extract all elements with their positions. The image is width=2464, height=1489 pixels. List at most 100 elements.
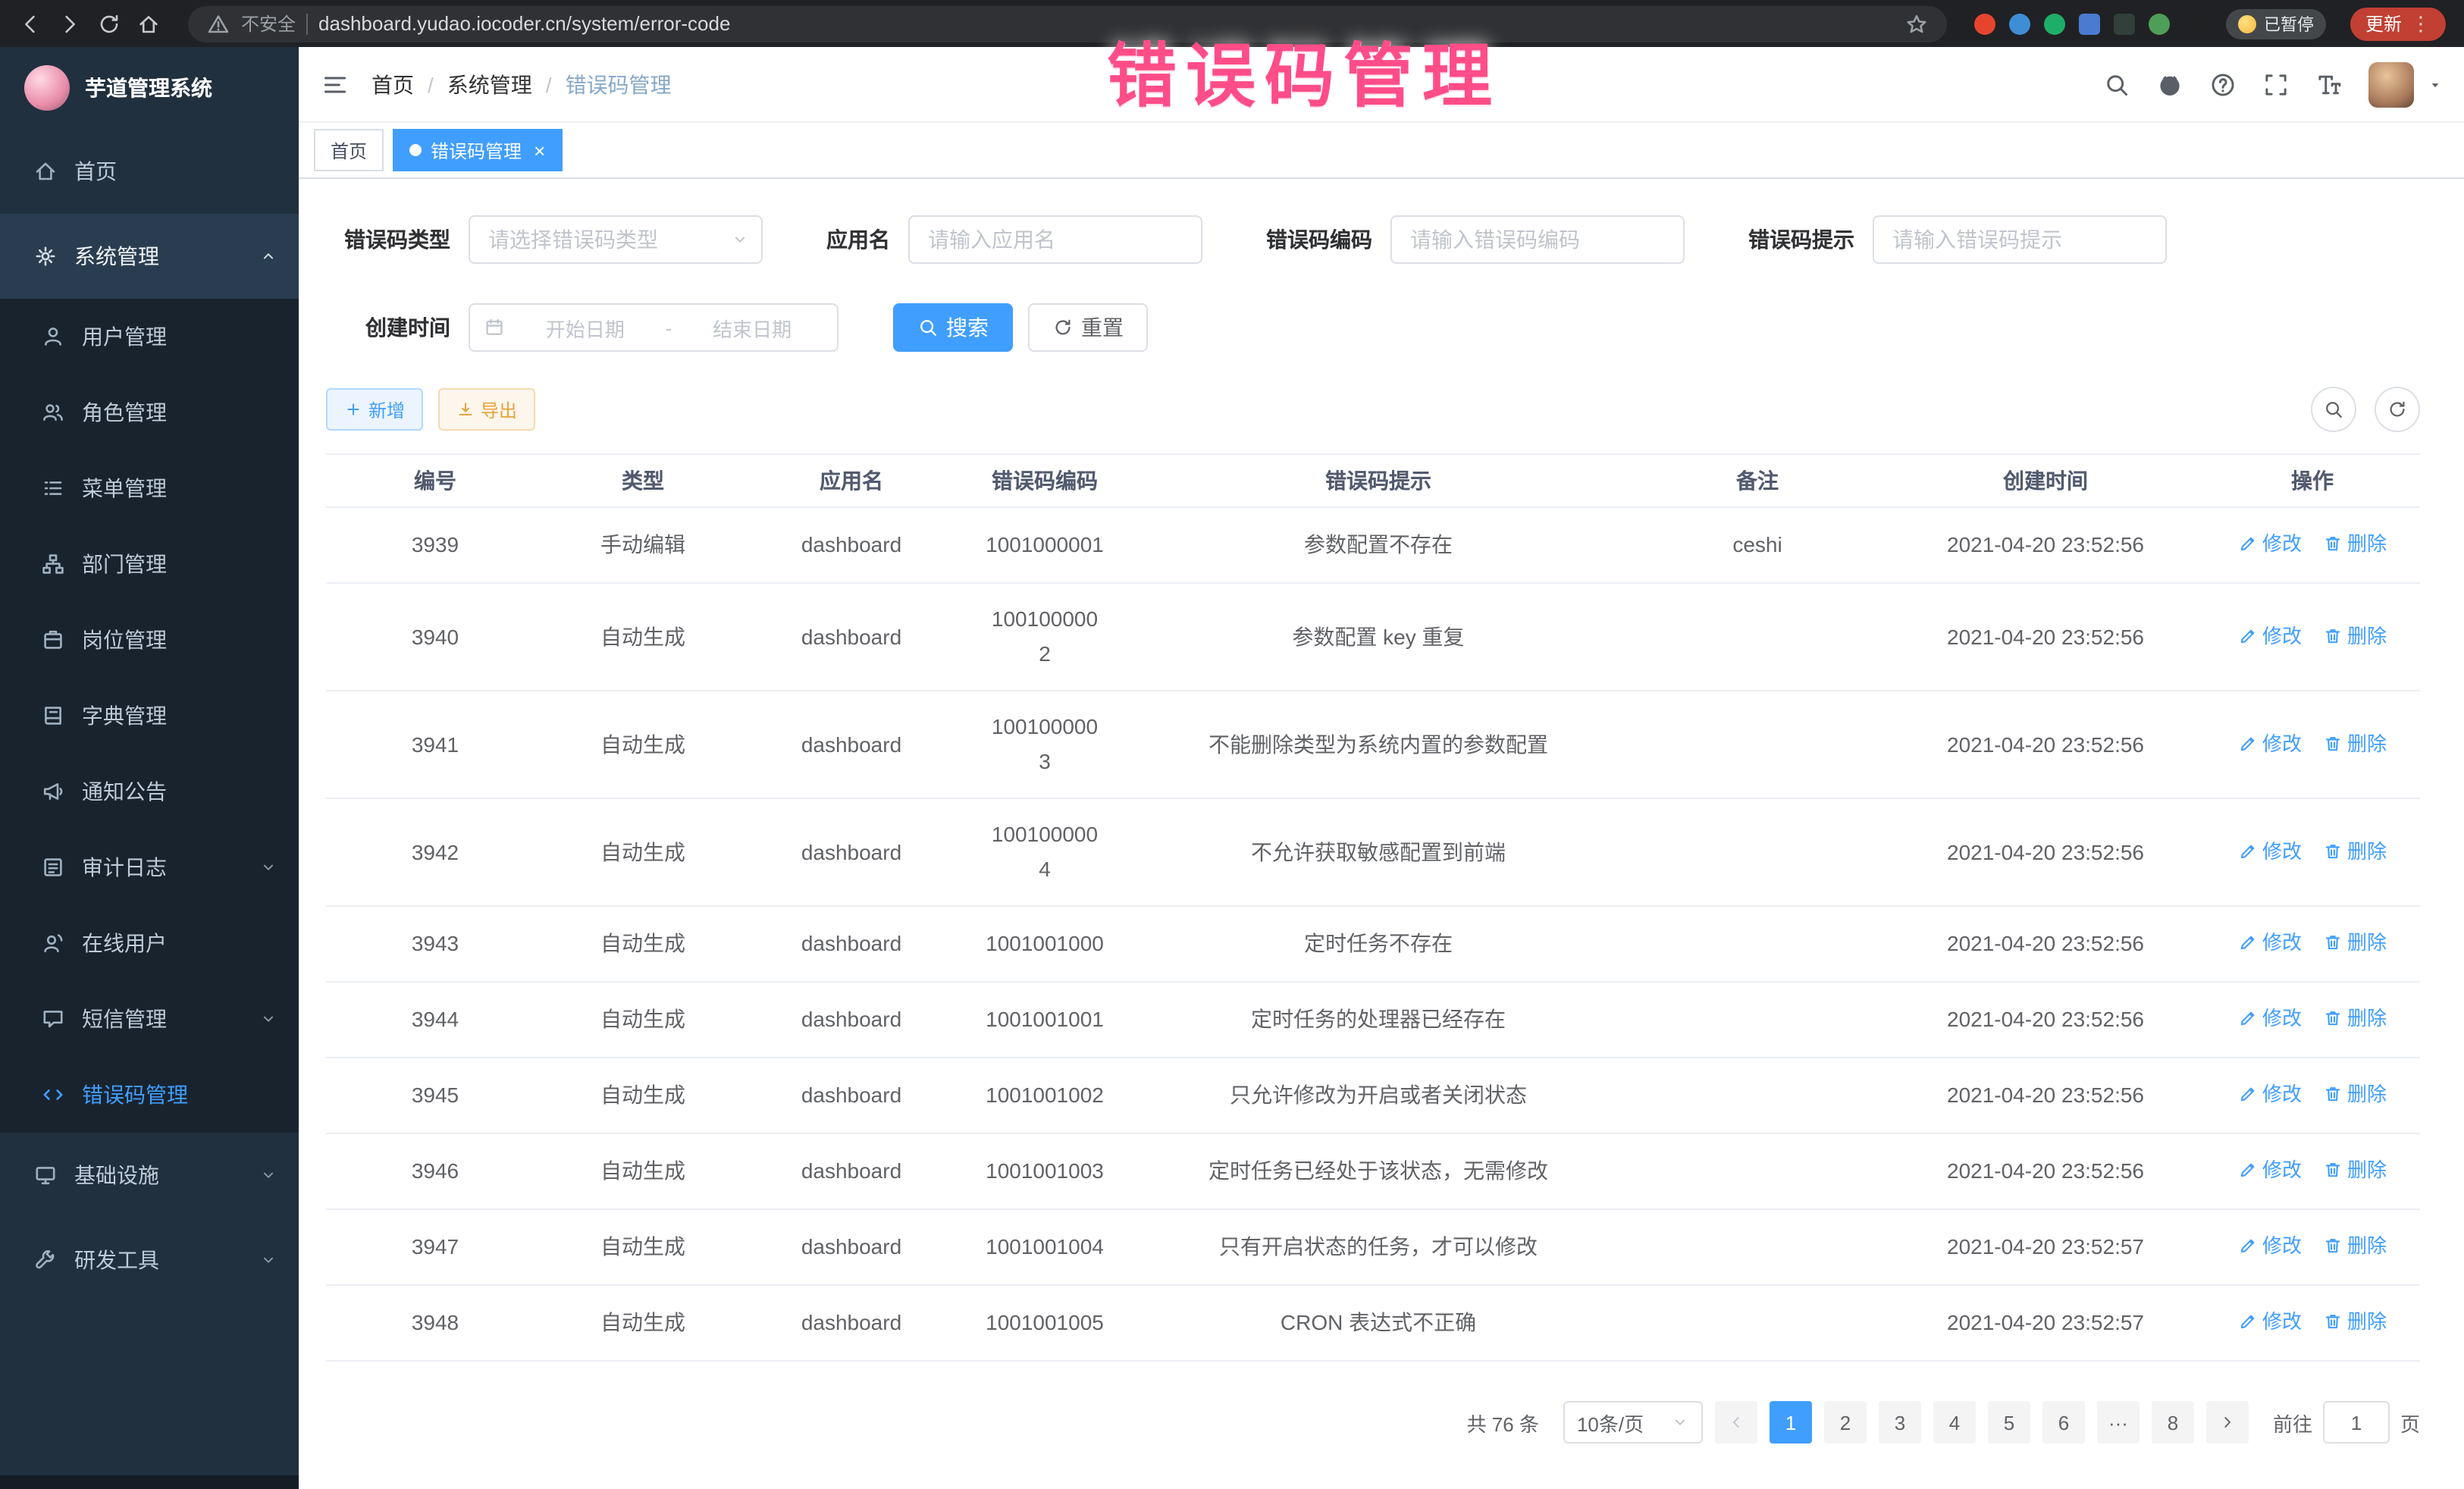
- dark-on-extension-icon[interactable]: [2114, 13, 2135, 34]
- sidebar-item-post[interactable]: 岗位管理: [0, 602, 299, 678]
- sidebar-item-dev-tools[interactable]: 研发工具: [0, 1218, 299, 1302]
- reset-button[interactable]: 重置: [1028, 303, 1148, 352]
- column-header: 错误码提示: [1128, 454, 1629, 507]
- sidebar-item-dict[interactable]: 字典管理: [0, 678, 299, 754]
- edit-button[interactable]: 修改: [2238, 1077, 2302, 1111]
- browser-home-icon[interactable]: [136, 11, 161, 36]
- page-button-2[interactable]: 2: [1824, 1401, 1867, 1444]
- edit-button[interactable]: 修改: [2238, 1304, 2302, 1339]
- app-cell: dashboard: [741, 1209, 961, 1285]
- browser-update-button[interactable]: 更新 ⋮: [2350, 7, 2446, 40]
- app-logo[interactable]: 芋道管理系统: [0, 47, 299, 129]
- sidebar-item-menu[interactable]: 菜单管理: [0, 450, 299, 526]
- remark-cell: [1629, 1209, 1886, 1285]
- date-start-placeholder[interactable]: 开始日期: [514, 313, 657, 342]
- page-button-8[interactable]: 8: [2152, 1401, 2194, 1444]
- hamburger-button[interactable]: [321, 71, 349, 98]
- breadcrumb-item[interactable]: 首页: [371, 69, 414, 99]
- sidebar-item-label: 角色管理: [82, 397, 167, 428]
- help-icon[interactable]: [2209, 71, 2237, 98]
- hint-cell: 定时任务的处理器已经存在: [1128, 982, 1629, 1058]
- id-cell: 3943: [326, 906, 544, 982]
- page-button-4[interactable]: 4: [1933, 1401, 1976, 1444]
- tab-close-icon[interactable]: ×: [534, 140, 545, 160]
- delete-button[interactable]: 删除: [2323, 1001, 2387, 1036]
- bookmark-star-icon[interactable]: [1904, 11, 1929, 36]
- page-button-5[interactable]: 5: [1988, 1401, 2030, 1444]
- edit-button[interactable]: 修改: [2238, 618, 2302, 653]
- delete-button[interactable]: 删除: [2323, 1077, 2387, 1111]
- next-page-button[interactable]: [2206, 1401, 2249, 1444]
- tab-error-code[interactable]: 错误码管理×: [393, 129, 562, 171]
- reload-icon[interactable]: [97, 11, 121, 36]
- edit-button[interactable]: 修改: [2238, 1001, 2302, 1036]
- page-button-3[interactable]: 3: [1879, 1401, 1921, 1444]
- delete-button[interactable]: 删除: [2323, 526, 2387, 561]
- page-button-6[interactable]: 6: [2042, 1401, 2085, 1444]
- back-icon[interactable]: [18, 11, 42, 36]
- error-type-select[interactable]: [469, 215, 763, 264]
- app-name-input[interactable]: [908, 215, 1202, 264]
- font-size-icon[interactable]: [2315, 71, 2343, 98]
- paused-extension-badge[interactable]: 已暂停: [2226, 8, 2326, 39]
- sidebar-item-system[interactable]: 系统管理: [0, 214, 299, 299]
- delete-button[interactable]: 删除: [2323, 925, 2387, 960]
- delete-button[interactable]: 删除: [2323, 1228, 2387, 1263]
- sidebar-item-infra[interactable]: 基础设施: [0, 1133, 299, 1218]
- refresh-button[interactable]: [2375, 387, 2420, 432]
- sidebar-item-sms[interactable]: 短信管理: [0, 981, 299, 1057]
- edit-button[interactable]: 修改: [2238, 1228, 2302, 1263]
- sidebar-item-dept[interactable]: 部门管理: [0, 526, 299, 602]
- id-cell: 3946: [326, 1133, 544, 1209]
- add-button[interactable]: 新增: [326, 388, 423, 431]
- sidebar-item-role[interactable]: 角色管理: [0, 375, 299, 450]
- avatar-caret-down-icon[interactable]: [2428, 77, 2443, 92]
- sidebar-item-online-user[interactable]: 在线用户: [0, 905, 299, 981]
- error-hint-input[interactable]: [1873, 215, 2167, 264]
- sidebar-item-home[interactable]: 首页: [0, 129, 299, 214]
- delete-button[interactable]: 删除: [2323, 833, 2387, 868]
- prev-page-button[interactable]: [1715, 1401, 1757, 1444]
- date-end-placeholder[interactable]: 结束日期: [681, 313, 823, 342]
- url-text[interactable]: dashboard.yudao.iocoder.cn/system/error-…: [318, 12, 730, 35]
- green-leaf-extension-icon[interactable]: [2149, 13, 2170, 34]
- goto-page-input[interactable]: [2323, 1401, 2390, 1444]
- edit-button[interactable]: 修改: [2238, 526, 2302, 561]
- address-bar[interactable]: 不安全 dashboard.yudao.iocoder.cn/system/er…: [188, 5, 1947, 42]
- edit-button[interactable]: 修改: [2238, 1152, 2302, 1187]
- sidebar-item-notice[interactable]: 通知公告: [0, 754, 299, 829]
- sidebar-item-audit-log[interactable]: 审计日志: [0, 829, 299, 905]
- search-toggle-button[interactable]: [2311, 387, 2356, 432]
- page-size-select[interactable]: 10条/页: [1563, 1401, 1703, 1444]
- blue-grid-extension-icon[interactable]: [2079, 13, 2100, 34]
- fullscreen-icon[interactable]: [2262, 71, 2290, 98]
- error-code-input[interactable]: [1390, 215, 1685, 264]
- forward-icon[interactable]: [58, 11, 82, 36]
- blue-drop-extension-icon[interactable]: [2009, 13, 2030, 34]
- delete-button[interactable]: 删除: [2323, 1304, 2387, 1339]
- export-button[interactable]: 导出: [438, 388, 535, 431]
- sidebar-collapse-bar[interactable]: [0, 1475, 299, 1489]
- edit-button[interactable]: 修改: [2238, 925, 2302, 960]
- delete-button[interactable]: 删除: [2323, 726, 2387, 760]
- black-plug-extension-icon[interactable]: [2183, 13, 2205, 34]
- edit-button[interactable]: 修改: [2238, 726, 2302, 760]
- github-icon[interactable]: [2156, 71, 2183, 98]
- sidebar-item-error-code[interactable]: 错误码管理: [0, 1057, 299, 1133]
- page-button-1[interactable]: 1: [1770, 1401, 1812, 1444]
- delete-button[interactable]: 删除: [2323, 1152, 2387, 1187]
- red-circle-extension-icon[interactable]: [1974, 13, 1995, 34]
- page-ellipsis[interactable]: ···: [2097, 1401, 2140, 1444]
- sidebar-item-user[interactable]: 用户管理: [0, 299, 299, 375]
- breadcrumb-item[interactable]: 系统管理: [447, 69, 532, 99]
- green-check-extension-icon[interactable]: [2044, 13, 2065, 34]
- edit-icon: [2238, 1008, 2258, 1028]
- search-button[interactable]: 搜索: [893, 303, 1013, 352]
- edit-button[interactable]: 修改: [2238, 833, 2302, 868]
- tab-home[interactable]: 首页: [314, 129, 384, 171]
- delete-button[interactable]: 删除: [2323, 618, 2387, 653]
- kebab-menu-icon[interactable]: ⋮: [2411, 14, 2431, 33]
- user-avatar[interactable]: [2368, 61, 2414, 107]
- search-icon[interactable]: [2103, 71, 2130, 98]
- date-range-picker[interactable]: 开始日期 - 结束日期: [469, 303, 839, 352]
